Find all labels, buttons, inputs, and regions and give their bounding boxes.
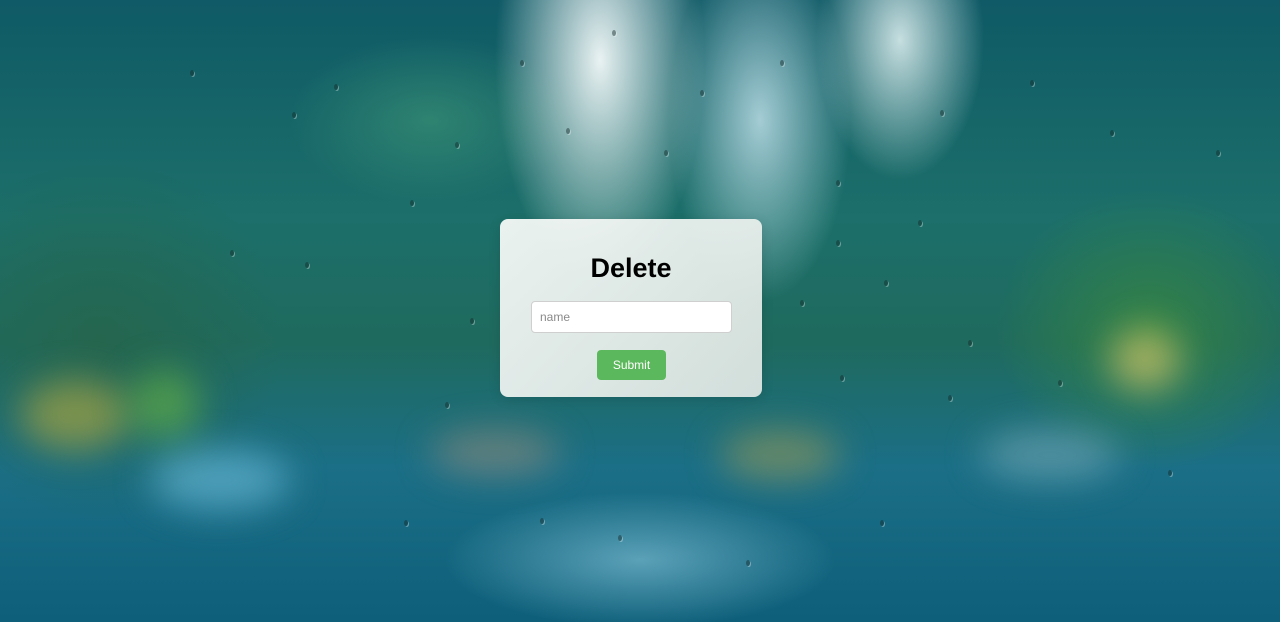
name-input[interactable] [531, 301, 732, 333]
submit-button[interactable]: Submit [597, 350, 666, 380]
background-light-blob [130, 370, 200, 440]
form-title: Delete [590, 253, 672, 283]
background-light-blob [1110, 330, 1180, 390]
background-light-blob [980, 430, 1120, 480]
background-light-blob [150, 450, 290, 510]
delete-form-card: Delete Submit [500, 219, 762, 397]
background-light-blob [430, 430, 560, 475]
background-light-blob [720, 430, 840, 480]
background-light-blob [20, 380, 130, 450]
